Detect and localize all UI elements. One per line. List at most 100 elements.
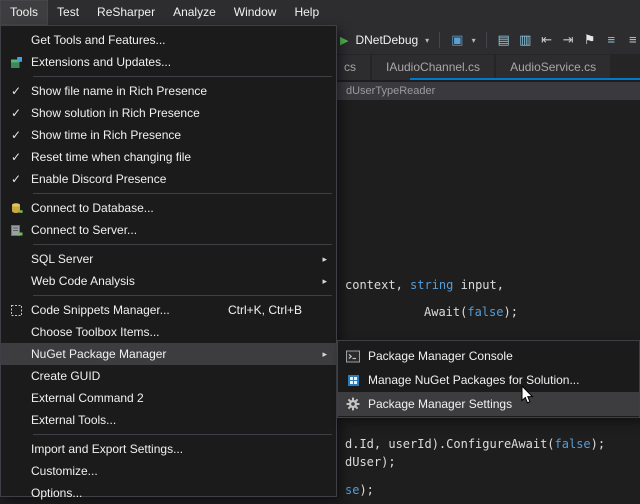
manage-packages-icon (338, 374, 368, 387)
menu-item-label: Web Code Analysis (31, 274, 328, 288)
console-icon (338, 350, 368, 363)
menu-item-label: Manage NuGet Packages for Solution... (368, 373, 631, 387)
menu-item-code-snippets-manager[interactable]: Code Snippets Manager... Ctrl+K, Ctrl+B (1, 299, 336, 321)
extensions-icon (1, 56, 31, 69)
toolbar-content: ▶ DNetDebug ▾ ▣ ▾ ▤ ▥ ⇤ ⇥ ⚑ ≡ ≡ (340, 25, 640, 55)
menu-item-label: Code Snippets Manager... (31, 303, 228, 317)
menu-item-label: SQL Server (31, 252, 328, 266)
menu-item-label: Show solution in Rich Presence (31, 106, 328, 120)
chevron-down-icon[interactable]: ▾ (472, 36, 476, 45)
menu-item-choose-toolbox-items[interactable]: Choose Toolbox Items... (1, 321, 336, 343)
menu-item-external-command-2[interactable]: External Command 2 (1, 387, 336, 409)
start-debug-icon[interactable]: ▶ (340, 34, 348, 47)
menu-item-import-export-settings[interactable]: Import and Export Settings... (1, 438, 336, 460)
menu-item-label: Reset time when changing file (31, 150, 328, 164)
menu-item-sql-server[interactable]: SQL Server ▸ (1, 248, 336, 270)
checkmark-icon: ✓ (1, 84, 31, 98)
tab-audioservice[interactable]: AudioService.cs (496, 55, 610, 80)
menubar-item-test[interactable]: Test (48, 0, 88, 25)
menu-item-label: Show file name in Rich Presence (31, 84, 328, 98)
menu-item-external-tools[interactable]: External Tools... (1, 409, 336, 431)
decrease-indent-icon[interactable]: ⇤ (539, 26, 554, 54)
menu-item-web-code-analysis[interactable]: Web Code Analysis ▸ (1, 270, 336, 292)
menu-separator (33, 295, 332, 296)
gear-icon (338, 397, 368, 411)
preview-changes-icon[interactable]: ▤ (496, 26, 511, 54)
submenu-arrow-icon: ▸ (322, 349, 327, 360)
menubar-item-help[interactable]: Help (285, 0, 328, 25)
server-icon (1, 224, 31, 237)
menu-item-package-manager-settings[interactable]: Package Manager Settings (338, 392, 639, 416)
menu-item-show-file-name[interactable]: ✓ Show file name in Rich Presence (1, 80, 336, 102)
menu-item-label: Customize... (31, 464, 328, 478)
menu-item-label: Get Tools and Features... (31, 33, 328, 47)
menu-item-show-solution[interactable]: ✓ Show solution in Rich Presence (1, 102, 336, 124)
code-line: dUser); (345, 455, 396, 469)
menu-item-label: NuGet Package Manager (31, 347, 328, 361)
checkmark-icon: ✓ (1, 172, 31, 186)
menu-separator (33, 76, 332, 77)
menubar-item-analyze[interactable]: Analyze (164, 0, 225, 25)
submenu-arrow-icon: ▸ (322, 276, 327, 287)
menu-item-label: Import and Export Settings... (31, 442, 328, 456)
save-all-icon[interactable]: ▥ (518, 26, 533, 54)
chevron-down-icon[interactable]: ▾ (425, 36, 429, 45)
menu-item-shortcut: Ctrl+K, Ctrl+B (228, 303, 302, 317)
code-line: se); (345, 483, 374, 497)
menu-separator (33, 193, 332, 194)
increase-indent-icon[interactable]: ⇥ (561, 26, 576, 54)
menu-item-label: Choose Toolbox Items... (31, 325, 328, 339)
menubar-item-tools[interactable]: Tools (0, 0, 48, 25)
database-icon (1, 202, 31, 215)
menu-item-label: External Tools... (31, 413, 328, 427)
uncomment-lines-icon[interactable]: ≡ (626, 26, 640, 54)
bookmark-icon[interactable]: ⚑ (583, 26, 598, 54)
attach-to-process-icon[interactable]: ▣ (450, 26, 465, 54)
mouse-cursor (521, 385, 534, 408)
menu-item-show-time[interactable]: ✓ Show time in Rich Presence (1, 124, 336, 146)
menu-item-customize[interactable]: Customize... (1, 460, 336, 482)
menu-item-create-guid[interactable]: Create GUID (1, 365, 336, 387)
nuget-submenu: Package Manager Console Manage NuGet Pac… (337, 340, 640, 418)
tab-iaudiochannel[interactable]: IAudioChannel.cs (372, 55, 494, 80)
menu-item-enable-discord-presence[interactable]: ✓ Enable Discord Presence (1, 168, 336, 190)
menu-item-package-manager-console[interactable]: Package Manager Console (338, 344, 639, 368)
checkmark-icon: ✓ (1, 106, 31, 120)
menu-item-options[interactable]: Options... (1, 482, 336, 504)
menu-item-label: Package Manager Settings (368, 397, 631, 411)
menu-bar: Tools Test ReSharper Analyze Window Help (0, 0, 640, 25)
comment-lines-icon[interactable]: ≡ (604, 26, 619, 54)
debug-target-dropdown[interactable]: DNetDebug (355, 33, 418, 47)
menu-separator (33, 244, 332, 245)
menu-item-extensions-and-updates[interactable]: Extensions and Updates... (1, 51, 336, 73)
menu-item-nuget-package-manager[interactable]: NuGet Package Manager ▸ (1, 343, 336, 365)
menu-item-label: Connect to Server... (31, 223, 328, 237)
code-line: Await(false); (424, 305, 518, 319)
menu-item-connect-to-server[interactable]: Connect to Server... (1, 219, 336, 241)
checkmark-icon: ✓ (1, 128, 31, 142)
code-line: context, string input, (345, 278, 504, 292)
menu-item-get-tools-and-features[interactable]: Get Tools and Features... (1, 29, 336, 51)
menu-item-label: Connect to Database... (31, 201, 328, 215)
submenu-arrow-icon: ▸ (322, 254, 327, 265)
menu-item-label: External Command 2 (31, 391, 328, 405)
menu-item-manage-nuget-packages[interactable]: Manage NuGet Packages for Solution... (338, 368, 639, 392)
toolbar-separator (486, 32, 487, 48)
menu-item-label: Create GUID (31, 369, 328, 383)
menubar-item-window[interactable]: Window (225, 0, 286, 25)
menu-item-label: Show time in Rich Presence (31, 128, 328, 142)
code-line: d.Id, userId).ConfigureAwait(false); (345, 437, 605, 451)
active-document-underline (410, 78, 640, 80)
menu-item-connect-to-database[interactable]: Connect to Database... (1, 197, 336, 219)
tools-menu: Get Tools and Features... Extensions and… (0, 25, 337, 497)
menu-separator (33, 434, 332, 435)
code-snippets-icon (1, 304, 31, 317)
toolbar-separator (439, 32, 440, 48)
menu-item-reset-time[interactable]: ✓ Reset time when changing file (1, 146, 336, 168)
menu-item-label: Options... (31, 486, 328, 500)
checkmark-icon: ✓ (1, 150, 31, 164)
menu-item-label: Enable Discord Presence (31, 172, 328, 186)
menubar-item-resharper[interactable]: ReSharper (88, 0, 164, 25)
menu-item-label: Package Manager Console (368, 349, 631, 363)
menu-item-label: Extensions and Updates... (31, 55, 328, 69)
